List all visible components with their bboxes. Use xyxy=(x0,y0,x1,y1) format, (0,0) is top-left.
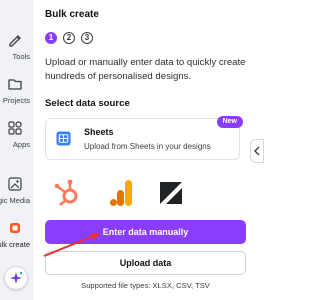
assistant-button[interactable] xyxy=(4,266,28,290)
zendesk-icon[interactable] xyxy=(158,178,184,208)
bulk-create-icon xyxy=(10,223,20,233)
rail-label: agic Media xyxy=(0,196,30,205)
rail-item-tools[interactable]: Tools xyxy=(0,30,33,64)
chevron-left-icon xyxy=(254,146,260,156)
google-analytics-icon[interactable] xyxy=(109,178,135,208)
supported-file-types: Supported file types: XLSX, CSV, TSV xyxy=(81,281,210,290)
step-1: 1 xyxy=(45,32,57,44)
rail-label: Tools xyxy=(12,52,30,61)
section-title: Select data source xyxy=(45,98,130,109)
google-sheets-icon xyxy=(56,131,71,146)
step-2: 2 xyxy=(63,32,75,44)
rail-item-apps[interactable]: Apps xyxy=(0,118,33,152)
panel-title: Bulk create xyxy=(45,9,99,20)
side-rail: Tools Projects Apps agic Media xyxy=(0,0,34,300)
apps-grid-icon xyxy=(8,121,22,135)
sparkle-icon xyxy=(10,271,23,284)
upload-data-button[interactable]: Upload data xyxy=(45,251,246,275)
rail-item-projects[interactable]: Projects xyxy=(0,74,33,108)
step-3: 3 xyxy=(81,32,93,44)
rail-label: Projects xyxy=(2,96,30,105)
rail-item-bulk-create[interactable]: ulk create xyxy=(0,218,33,252)
rail-item-magic-media[interactable]: agic Media xyxy=(0,174,33,208)
panel-description: Upload or manually enter data to quickly… xyxy=(45,57,246,82)
bulk-create-screen: Tools Projects Apps agic Media xyxy=(0,0,264,300)
rail-label: ulk create xyxy=(0,240,30,249)
rail-label: Apps xyxy=(12,140,30,149)
new-badge: New xyxy=(216,116,243,128)
sheets-source-card[interactable]: Sheets Upload from Sheets in your design… xyxy=(45,116,243,160)
enter-data-manually-button[interactable]: Enter data manually xyxy=(45,220,246,244)
sheets-title: Sheets xyxy=(84,127,114,137)
pencil-ruler-icon xyxy=(9,35,21,47)
bulk-create-panel: Bulk create 1 2 3 Upload or manually ent… xyxy=(33,0,264,300)
hubspot-icon[interactable] xyxy=(53,178,83,208)
data-source-logos xyxy=(45,178,250,218)
folder-icon xyxy=(8,79,22,90)
collapse-panel-button[interactable] xyxy=(250,139,264,163)
sheets-subtitle: Upload from Sheets in your designs xyxy=(84,142,211,151)
magic-media-icon xyxy=(8,177,22,191)
